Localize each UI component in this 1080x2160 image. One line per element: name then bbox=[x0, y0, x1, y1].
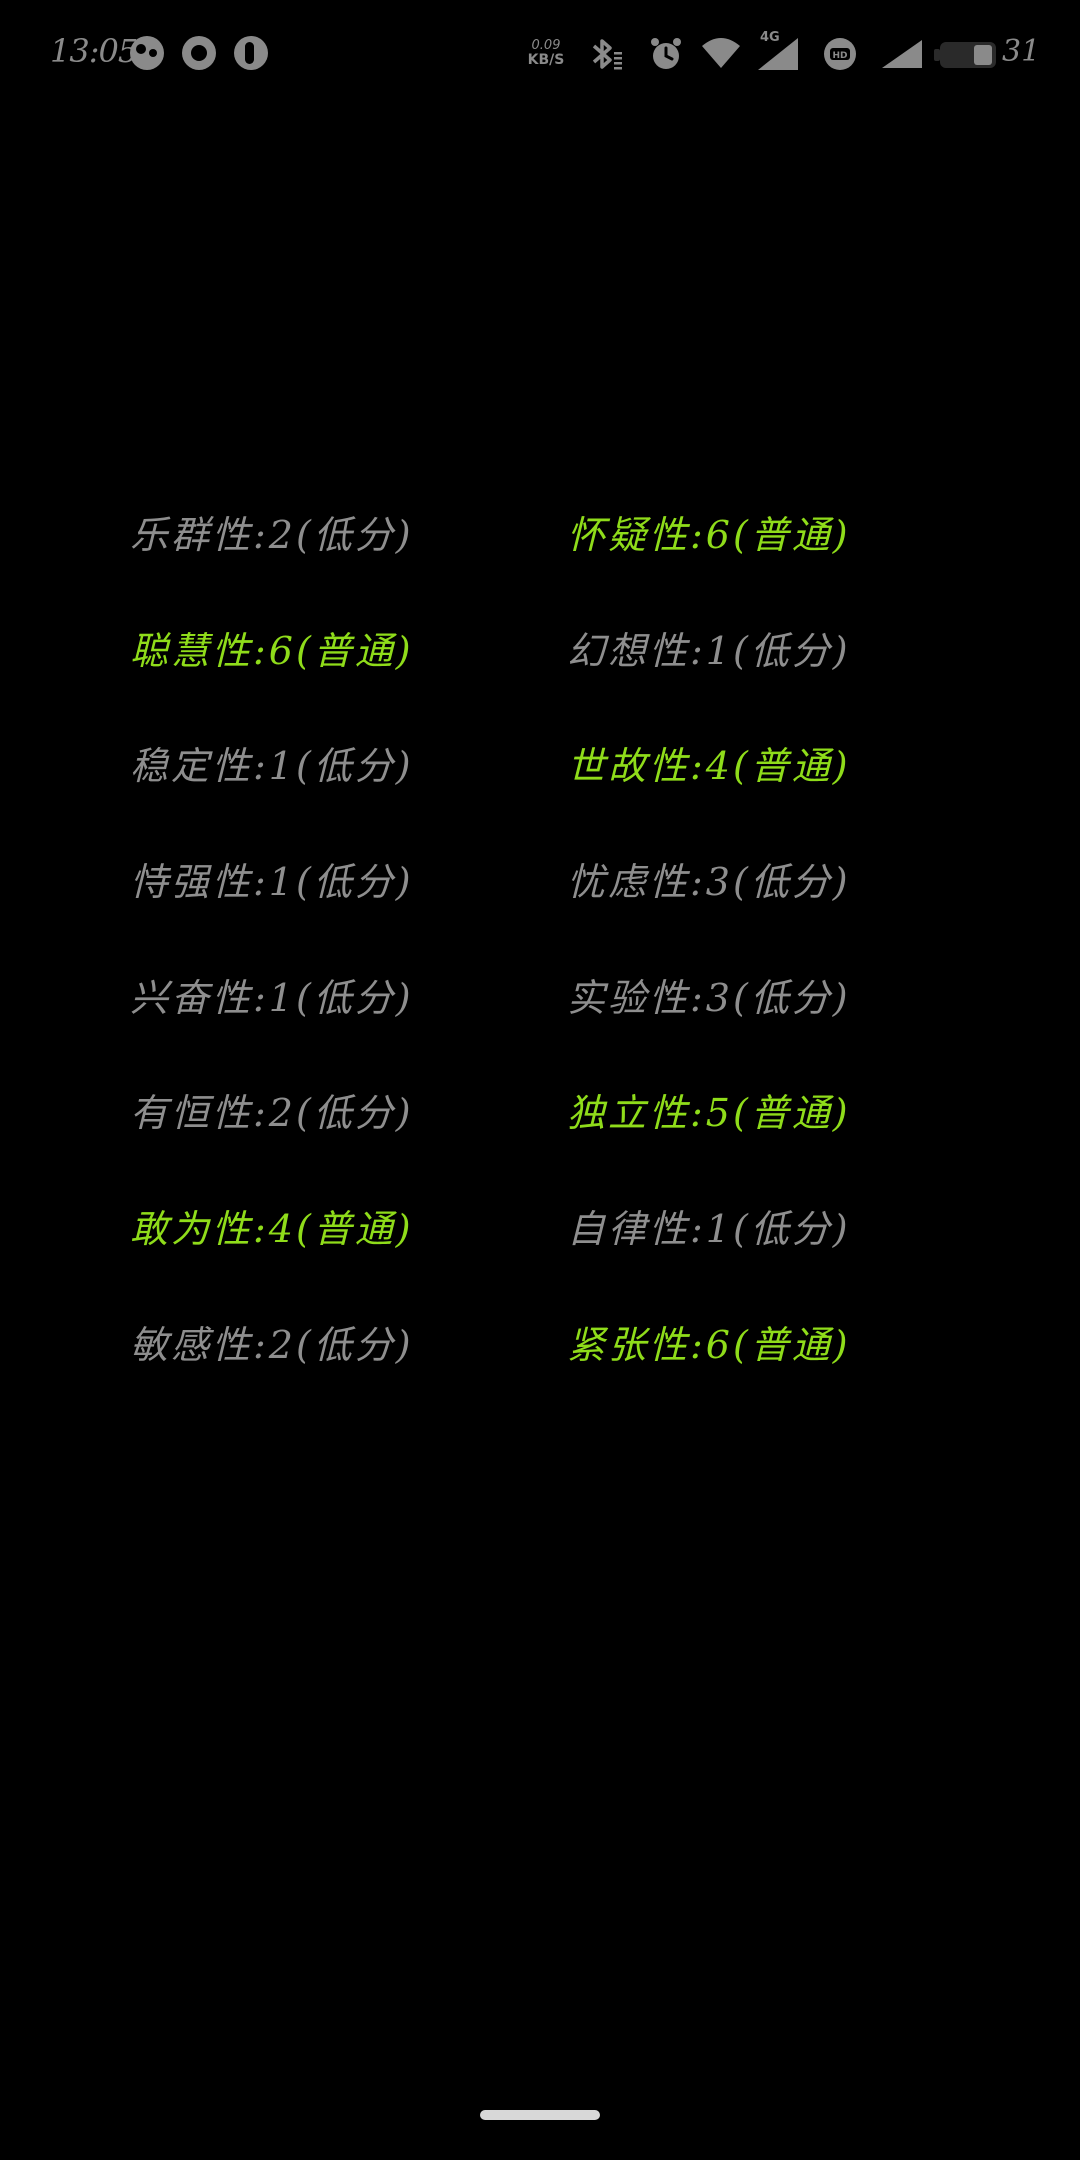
trait-score: 兴奋性:1(低分) bbox=[130, 975, 414, 1020]
trait-score: 忧虑性:3(低分) bbox=[567, 860, 851, 905]
bluetooth-icon bbox=[588, 36, 628, 76]
trait-score: 恃强性:1(低分) bbox=[130, 860, 414, 905]
trait-score: 幻想性:1(低分) bbox=[567, 628, 851, 673]
flower-icon bbox=[182, 36, 216, 70]
trait-score: 实验性:3(低分) bbox=[567, 975, 851, 1020]
net-speed-unit: KB/S bbox=[527, 52, 565, 68]
music-icon bbox=[234, 36, 268, 70]
trait-score: 独立性:5(普通) bbox=[567, 1091, 851, 1136]
battery-level: 31 bbox=[1002, 34, 1041, 69]
trait-score: 紧张性:6(普通) bbox=[567, 1322, 851, 1367]
signal-icon bbox=[756, 34, 800, 76]
trait-score: 稳定性:1(低分) bbox=[130, 744, 414, 789]
trait-score: 世故性:4(普通) bbox=[567, 744, 851, 789]
status-time: 13:05 bbox=[50, 32, 138, 70]
wifi-icon bbox=[700, 36, 742, 74]
trait-score: 有恒性:2(低分) bbox=[130, 1091, 414, 1136]
trait-score: 自律性:1(低分) bbox=[567, 1207, 851, 1252]
trait-score: 敢为性:4(普通) bbox=[130, 1207, 414, 1252]
trait-score: 聪慧性:6(普通) bbox=[130, 628, 414, 673]
signal-icon bbox=[880, 36, 924, 74]
trait-score-grid: 乐群性:2(低分) 怀疑性:6(普通) 聪慧性:6(普通) 幻想性:1(低分) … bbox=[130, 505, 950, 1431]
trait-score: 敏感性:2(低分) bbox=[130, 1322, 414, 1367]
net-speed: 0.09 KB/S bbox=[523, 38, 569, 68]
trait-score: 乐群性:2(低分) bbox=[130, 513, 414, 557]
status-bar: 13:05 0.09 KB/S 4G HD 31 bbox=[0, 0, 1080, 108]
net-speed-value: 0.09 bbox=[531, 38, 561, 53]
battery-icon bbox=[934, 40, 998, 74]
trait-score: 怀疑性:6(普通) bbox=[567, 513, 851, 557]
alarm-icon bbox=[648, 36, 684, 76]
wechat-icon bbox=[130, 36, 164, 70]
svg-text:HD: HD bbox=[832, 51, 847, 61]
hd-voice-icon: HD bbox=[822, 36, 858, 76]
home-indicator[interactable] bbox=[480, 2110, 600, 2120]
